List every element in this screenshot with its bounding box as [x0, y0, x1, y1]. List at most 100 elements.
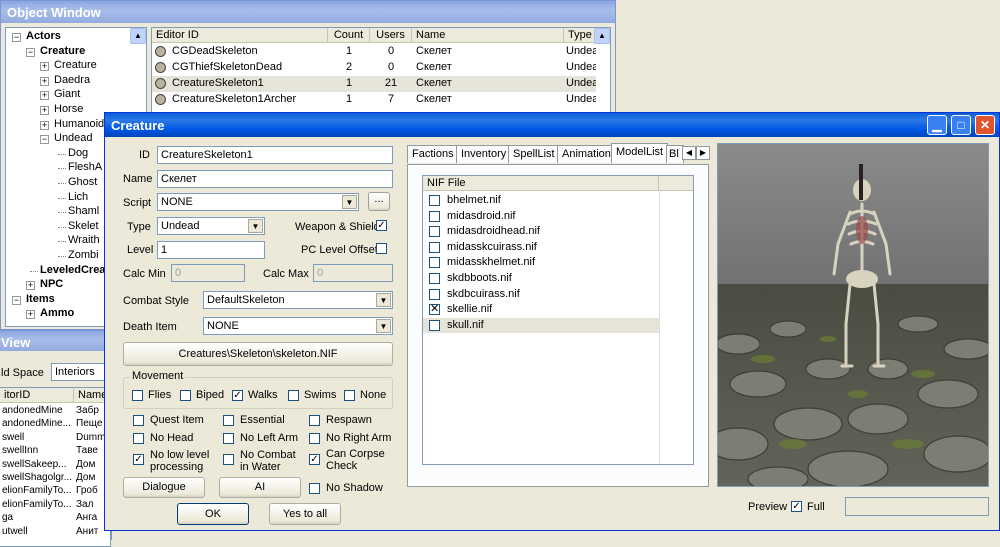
tree-item[interactable]: Dog — [68, 147, 88, 159]
tab-factions[interactable]: Factions — [407, 145, 459, 163]
tree-item[interactable]: Creature — [40, 45, 85, 57]
close-button[interactable]: ✕ — [975, 115, 995, 135]
nif-checkbox[interactable] — [429, 210, 440, 222]
dialogue-button[interactable]: Dialogue — [123, 477, 205, 498]
ai-button[interactable]: AI — [219, 477, 301, 498]
tree-item[interactable]: Giant — [54, 88, 80, 100]
script-dropdown[interactable]: NONE ▼ — [157, 193, 359, 211]
tree-item[interactable]: Shaml — [68, 205, 99, 217]
can-corpse-check-checkbox[interactable] — [309, 454, 320, 465]
nif-checkbox[interactable] — [429, 226, 440, 238]
tree-item[interactable]: Items — [26, 293, 55, 305]
expand-icon[interactable]: + — [40, 106, 49, 115]
nif-checkbox[interactable] — [429, 273, 440, 284]
collapse-icon[interactable]: − — [26, 47, 35, 57]
tab-scroll-right-icon[interactable]: ▶ — [696, 146, 710, 160]
essential-checkbox[interactable] — [223, 415, 234, 426]
tree-item[interactable]: Daedra — [54, 74, 90, 86]
preview-full-checkbox[interactable] — [791, 501, 802, 512]
cell-col-editor-id[interactable]: itorID — [0, 388, 74, 403]
nif-list-item[interactable]: midasskhelmet.nif — [423, 255, 659, 270]
tree-item[interactable]: Wraith — [68, 234, 100, 246]
tab-inventory[interactable]: Inventory — [456, 145, 512, 163]
table-row[interactable]: CGThiefSkeletonDead 2 0 Скелет Undea — [152, 60, 596, 76]
nif-list-item[interactable]: midasdroid.nif — [423, 209, 659, 224]
tab-spelllist[interactable]: SpellList — [508, 145, 560, 163]
table-row[interactable]: CreatureSkeleton1 1 21 Скелет Undea — [152, 76, 596, 92]
expand-icon[interactable]: + — [40, 120, 49, 130]
quest-item-checkbox[interactable] — [133, 415, 144, 426]
col-type[interactable]: Type — [564, 28, 596, 43]
collapse-icon[interactable]: − — [40, 135, 49, 145]
tree-item[interactable]: Actors — [26, 30, 61, 42]
nif-file-header[interactable]: NIF File — [423, 176, 659, 191]
ok-button[interactable]: OK — [177, 503, 249, 525]
object-window-titlebar[interactable]: Object Window — [1, 1, 615, 23]
expand-icon[interactable]: + — [26, 310, 35, 320]
tab-animation[interactable]: Animation — [557, 145, 616, 163]
nif-checkbox[interactable] — [429, 319, 440, 331]
list-scroll-up-button[interactable]: ▲ — [594, 28, 610, 44]
combat-style-dropdown[interactable]: DefaultSkeleton ▼ — [203, 291, 393, 309]
nif-checkbox[interactable] — [429, 288, 440, 300]
yes-to-all-button[interactable]: Yes to all — [269, 503, 341, 525]
tree-item[interactable]: FleshA — [68, 161, 102, 173]
cell-editor-id[interactable]: utwell — [0, 525, 74, 540]
nif-checkbox[interactable] — [429, 257, 440, 269]
nif-file-list[interactable]: NIF File bhelmet.nif midasdroid.nif midasd… — [422, 175, 694, 465]
no-right-arm-checkbox[interactable] — [309, 433, 320, 444]
model-path-button[interactable]: Creatures\Skeleton\skeleton.NIF — [123, 342, 393, 366]
nif-list-item[interactable]: skdbcuirass.nif — [423, 287, 659, 302]
nif-extra-header[interactable] — [659, 176, 693, 191]
calc-max-field[interactable]: 0 — [313, 264, 393, 282]
col-name[interactable]: Name — [412, 28, 564, 43]
tree-item[interactable]: LeveledCrea — [40, 264, 105, 276]
script-browse-button[interactable]: ... — [368, 192, 390, 211]
swims-checkbox[interactable] — [288, 390, 299, 401]
tree-item[interactable]: Ghost — [68, 176, 97, 188]
nif-list-item[interactable]: skellie.nif — [423, 302, 659, 317]
collapse-icon[interactable]: − — [12, 33, 21, 42]
tree-item[interactable]: NPC — [40, 278, 63, 290]
no-head-checkbox[interactable] — [133, 433, 144, 444]
respawn-checkbox[interactable] — [309, 415, 320, 426]
table-row[interactable]: CreatureSkeleton1Archer 1 7 Скелет Undea — [152, 92, 596, 108]
flies-checkbox[interactable] — [132, 390, 143, 401]
no-combat-water-checkbox[interactable] — [223, 454, 234, 465]
no-shadow-checkbox[interactable] — [309, 483, 320, 494]
expand-icon[interactable]: + — [40, 76, 49, 86]
death-item-dropdown[interactable]: NONE ▼ — [203, 317, 393, 335]
calc-min-field[interactable]: 0 — [171, 264, 245, 282]
nif-list-item[interactable]: bhelmet.nif — [423, 193, 659, 208]
tab-modellist[interactable]: ModelList — [611, 143, 669, 163]
expand-icon[interactable]: + — [26, 281, 35, 291]
no-low-level-checkbox[interactable] — [133, 454, 144, 465]
tree-item[interactable]: Skelet — [68, 220, 99, 232]
no-left-arm-checkbox[interactable] — [223, 433, 234, 444]
nif-checkbox[interactable] — [429, 195, 440, 206]
nif-checkbox[interactable] — [429, 304, 440, 316]
tree-scroll-up-button[interactable]: ▲ — [130, 28, 146, 44]
creature-titlebar[interactable]: Creature ▁ □ ✕ — [105, 113, 999, 137]
maximize-button[interactable]: □ — [951, 115, 971, 135]
world-space-dropdown[interactable]: Interiors — [51, 363, 111, 381]
tree-item[interactable]: Undead — [54, 132, 93, 144]
tree-item[interactable]: Humanoid — [54, 118, 104, 130]
tree-item[interactable]: Horse — [54, 103, 83, 115]
walks-checkbox[interactable] — [232, 390, 243, 401]
name-field[interactable]: Скелет — [157, 170, 393, 188]
tree-item[interactable]: Ammo — [40, 307, 74, 319]
tree-item[interactable]: Lich — [68, 191, 88, 203]
col-count[interactable]: Count — [328, 28, 370, 43]
nif-list-item[interactable]: midasskcuirass.nif — [423, 240, 659, 255]
col-users[interactable]: Users — [370, 28, 412, 43]
tree-item[interactable]: Creature — [54, 59, 97, 71]
table-row[interactable]: CGDeadSkeleton 1 0 Скелет Undea — [152, 44, 596, 60]
nif-list-item[interactable]: skdbboots.nif — [423, 271, 659, 286]
biped-checkbox[interactable] — [180, 390, 191, 401]
collapse-icon[interactable]: − — [12, 295, 21, 305]
nif-checkbox[interactable] — [429, 241, 440, 253]
expand-icon[interactable]: + — [40, 62, 49, 72]
cell-view-titlebar[interactable]: View — [0, 331, 111, 351]
pc-level-offset-checkbox[interactable] — [376, 243, 387, 254]
